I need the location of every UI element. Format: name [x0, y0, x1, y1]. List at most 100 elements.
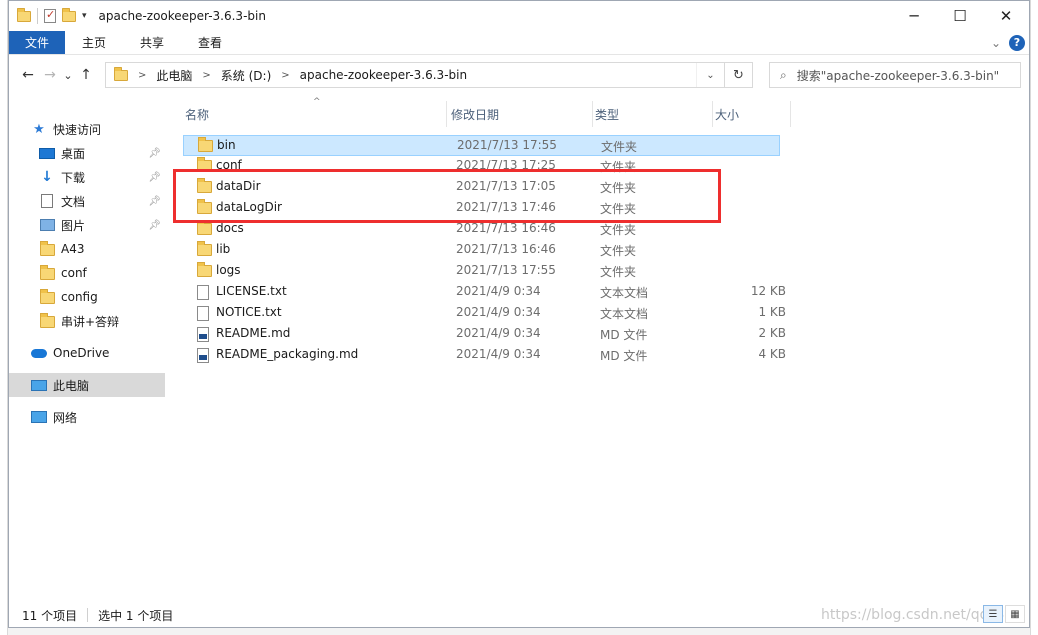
content-area: ★ 快速访问 桌面 📌︎ ↓ 下载 📌︎ 文档 📌︎ 图片 📌︎ A43 con… [9, 95, 1029, 601]
nav-item-config[interactable]: config [39, 285, 165, 309]
column-headers: ^ 名称 修改日期 类型 大小 [183, 97, 791, 127]
table-row[interactable]: LICENSE.txt 2021/4/9 0:34 文本文档 12 KB [183, 282, 786, 303]
nav-item-this-pc[interactable]: 此电脑 [9, 373, 165, 397]
nav-item-downloads[interactable]: ↓ 下载 📌︎ [39, 165, 165, 189]
pin-icon[interactable]: 📌︎ [148, 220, 161, 231]
folder-icon [114, 66, 128, 81]
file-size: 2 KB [758, 326, 786, 340]
tab-view[interactable]: 查看 [181, 31, 239, 54]
search-input[interactable]: ⌕ 搜索"apache-zookeeper-3.6.3-bin" [769, 62, 1021, 88]
nav-item-a43[interactable]: A43 [39, 237, 165, 261]
properties-icon[interactable] [44, 8, 56, 23]
chevron-right-icon[interactable]: > [138, 70, 146, 81]
maximize-button[interactable]: ☐ [937, 1, 983, 31]
chevron-right-icon[interactable]: > [202, 70, 210, 81]
folder-icon [198, 137, 213, 152]
file-name: README.md [216, 326, 291, 340]
table-row[interactable]: dataDir 2021/7/13 17:05 文件夹 [183, 177, 780, 198]
table-row[interactable]: README.md 2021/4/9 0:34 MD 文件 2 KB [183, 324, 786, 345]
new-folder-icon[interactable] [62, 7, 76, 22]
computer-icon [31, 378, 47, 392]
customize-toolbar-icon[interactable]: ▾ [82, 11, 87, 21]
file-date: 2021/7/13 16:46 [456, 221, 556, 235]
column-header-size[interactable]: 大小 [713, 101, 791, 127]
cloud-icon [31, 346, 47, 360]
folder-icon [197, 220, 212, 235]
explorer-window: ▾ apache-zookeeper-3.6.3-bin ─ ☐ ✕ 文件 主页… [8, 0, 1030, 628]
column-header-type[interactable]: 类型 [593, 101, 713, 127]
file-size: 1 KB [758, 305, 786, 319]
breadcrumb-drive-d[interactable]: 系统 (D:) [221, 67, 271, 84]
back-button[interactable]: ← [17, 67, 39, 83]
window-controls: ─ ☐ ✕ [891, 1, 1029, 31]
file-name: docs [216, 221, 244, 235]
table-row[interactable]: dataLogDir 2021/7/13 17:46 文件夹 [183, 198, 780, 219]
text-file-icon [197, 306, 209, 321]
refresh-button[interactable]: ↻ [725, 62, 753, 88]
nav-item-label: 串讲+答辩 [61, 314, 120, 329]
minimize-button[interactable]: ─ [891, 1, 937, 31]
table-row[interactable]: NOTICE.txt 2021/4/9 0:34 文本文档 1 KB [183, 303, 786, 324]
folder-icon [39, 241, 55, 256]
address-bar[interactable]: > 此电脑 > 系统 (D:) > apache-zookeeper-3.6.3… [105, 62, 725, 88]
pin-icon[interactable]: 📌︎ [148, 196, 161, 207]
file-type: MD 文件 [600, 349, 648, 363]
tab-file[interactable]: 文件 [9, 31, 66, 54]
nav-item-documents[interactable]: 文档 📌︎ [39, 189, 165, 213]
table-row[interactable]: logs 2021/7/13 17:55 文件夹 [183, 261, 780, 282]
file-type: 文本文档 [600, 286, 649, 300]
file-type: 文件夹 [600, 244, 637, 258]
table-row[interactable]: README_packaging.md 2021/4/9 0:34 MD 文件 … [183, 345, 786, 366]
file-name: bin [217, 138, 236, 152]
ribbon-right: ⌄ ? [991, 31, 1029, 54]
pin-icon[interactable]: 📌︎ [148, 172, 161, 183]
breadcrumb-this-pc[interactable]: 此电脑 [156, 67, 192, 84]
file-date: 2021/4/9 0:34 [456, 326, 541, 340]
file-type: 文件夹 [600, 202, 637, 216]
tab-home[interactable]: 主页 [65, 31, 123, 54]
file-date: 2021/4/9 0:34 [456, 284, 541, 298]
nav-item-conf[interactable]: conf [39, 261, 165, 285]
window-title: apache-zookeeper-3.6.3-bin [98, 9, 266, 23]
details-view-icon[interactable]: ☰ [983, 605, 1003, 623]
nav-item-review[interactable]: 串讲+答辩 [39, 309, 165, 333]
table-row[interactable]: conf 2021/7/13 17:25 文件夹 [183, 156, 780, 177]
nav-item-quick-access[interactable]: ★ 快速访问 [31, 117, 165, 141]
nav-item-desktop[interactable]: 桌面 📌︎ [39, 141, 165, 165]
recent-locations-button[interactable]: ⌄ [61, 69, 75, 82]
picture-icon [39, 218, 55, 232]
file-type: 文件夹 [601, 140, 638, 154]
address-history-dropdown[interactable]: ⌄ [696, 63, 724, 87]
file-type: 文本文档 [600, 307, 649, 321]
column-header-name[interactable]: 名称 [183, 101, 447, 127]
background-window-right [1030, 0, 1038, 635]
file-name: conf [216, 158, 242, 172]
pin-icon[interactable]: 📌︎ [148, 148, 161, 159]
file-name: dataDir [216, 179, 261, 193]
close-button[interactable]: ✕ [983, 1, 1029, 31]
column-header-date[interactable]: 修改日期 [449, 101, 593, 127]
folder-icon [17, 7, 31, 22]
chevron-right-icon[interactable]: > [281, 70, 289, 81]
file-date: 2021/4/9 0:34 [456, 347, 541, 361]
nav-item-network[interactable]: 网络 [31, 405, 165, 429]
nav-item-pictures[interactable]: 图片 📌︎ [39, 213, 165, 237]
nav-item-label: OneDrive [53, 346, 110, 360]
table-row[interactable]: docs 2021/7/13 16:46 文件夹 [183, 219, 780, 240]
nav-item-label: 快速访问 [53, 122, 102, 137]
chevron-down-icon[interactable]: ⌄ [991, 36, 1001, 50]
forward-button[interactable]: → [39, 67, 61, 83]
table-row[interactable]: lib 2021/7/13 16:46 文件夹 [183, 240, 780, 261]
title-bar: ▾ apache-zookeeper-3.6.3-bin ─ ☐ ✕ [9, 1, 1029, 31]
folder-icon [39, 313, 55, 328]
item-count: 11 个项目 [22, 608, 78, 623]
table-row[interactable]: bin 2021/7/13 17:55 文件夹 [183, 135, 780, 156]
nav-item-onedrive[interactable]: OneDrive [31, 341, 165, 365]
breadcrumb-current-folder[interactable]: apache-zookeeper-3.6.3-bin [300, 68, 467, 82]
file-name: dataLogDir [216, 200, 282, 214]
up-button[interactable]: ↑ [75, 67, 97, 83]
large-icons-view-icon[interactable]: ▦ [1005, 605, 1025, 623]
file-date: 2021/7/13 17:55 [457, 138, 557, 152]
tab-share[interactable]: 共享 [123, 31, 181, 54]
help-icon[interactable]: ? [1009, 34, 1025, 51]
